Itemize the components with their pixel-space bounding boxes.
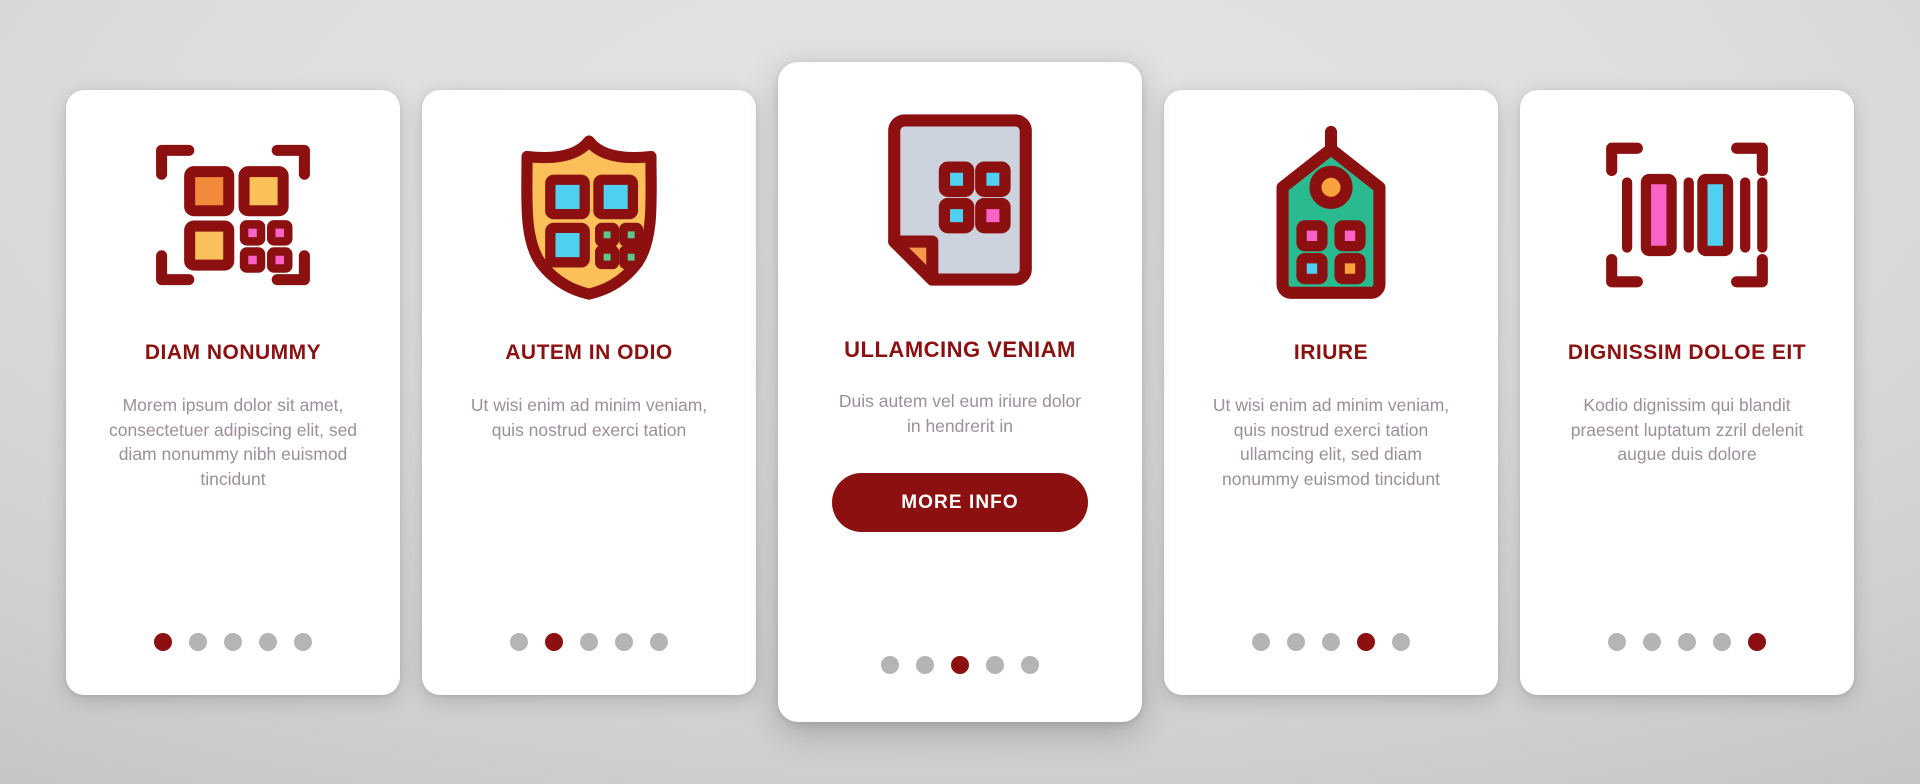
pagination-dot[interactable] [259, 632, 277, 651]
onboarding-card-1: DIAM NONUMMY Morem ipsum dolor sit amet,… [66, 89, 400, 695]
pagination-dot[interactable] [951, 656, 969, 674]
pagination-dots [778, 656, 1142, 674]
pagination-dot[interactable] [1021, 656, 1039, 674]
pagination-dot[interactable] [1322, 632, 1340, 651]
onboarding-screens-container: DIAM NONUMMY Morem ipsum dolor sit amet,… [0, 0, 1920, 784]
onboarding-card-5: DIGNISSIM DOLOE EIT Kodio dignissim qui … [1520, 89, 1854, 695]
pagination-dot[interactable] [1357, 632, 1375, 651]
pagination-dot[interactable] [1392, 632, 1410, 651]
pagination-dot[interactable] [545, 632, 563, 651]
pagination-dot[interactable] [1287, 632, 1305, 651]
card-title: DIAM NONUMMY [144, 340, 322, 364]
onboarding-card-3-featured: ULLAMCING VENIAM Duis autem vel eum iriu… [778, 62, 1142, 722]
pagination-dot[interactable] [1252, 632, 1270, 651]
pagination-dot[interactable] [154, 632, 172, 651]
card-body-text: Duis autem vel eum iriure dolor in hendr… [838, 391, 1082, 437]
pagination-dot[interactable] [189, 632, 207, 651]
pagination-dot[interactable] [1643, 632, 1661, 651]
pagination-dot[interactable] [615, 632, 633, 651]
pagination-dots [1164, 632, 1498, 651]
pagination-dot[interactable] [986, 656, 1004, 674]
more-info-button[interactable]: MORE INFO [832, 473, 1088, 533]
pagination-dot[interactable] [881, 656, 899, 674]
qr-code-scan-icon [84, 90, 382, 340]
pagination-dot[interactable] [1608, 632, 1626, 651]
pagination-dots [1520, 632, 1854, 651]
onboarding-card-4: IRIURE Ut wisi enim ad minim veniam, qui… [1164, 89, 1498, 695]
pagination-dot[interactable] [1678, 632, 1696, 651]
pagination-dot[interactable] [224, 632, 242, 651]
pagination-dots [422, 632, 756, 651]
pagination-dot[interactable] [510, 632, 528, 651]
price-tag-qr-icon [1182, 90, 1480, 340]
pagination-dots [66, 632, 400, 651]
pagination-dot[interactable] [580, 632, 598, 651]
pagination-dot[interactable] [1713, 632, 1731, 651]
document-qr-icon [796, 62, 1124, 337]
card-title: ULLAMCING VENIAM [844, 337, 1076, 362]
card-body-text: Kodio dignissim qui blandit praesent lup… [1570, 394, 1804, 465]
pagination-dot[interactable] [650, 632, 668, 651]
card-body-text: Ut wisi enim ad minim veniam, quis nostr… [470, 394, 708, 440]
card-title: IRIURE [1293, 340, 1369, 364]
barcode-scan-icon [1538, 90, 1836, 340]
card-title: AUTEM IN ODIO [505, 340, 673, 364]
pagination-dot[interactable] [1748, 632, 1766, 651]
card-body-text: Ut wisi enim ad minim veniam, quis nostr… [1212, 394, 1450, 490]
pagination-dot[interactable] [916, 656, 934, 674]
onboarding-card-2: AUTEM IN ODIO Ut wisi enim ad minim veni… [422, 89, 756, 695]
shield-qr-icon [440, 90, 738, 340]
pagination-dot[interactable] [294, 632, 312, 651]
card-body-text: Morem ipsum dolor sit amet, consectetuer… [108, 394, 358, 490]
card-title: DIGNISSIM DOLOE EIT [1567, 340, 1807, 364]
